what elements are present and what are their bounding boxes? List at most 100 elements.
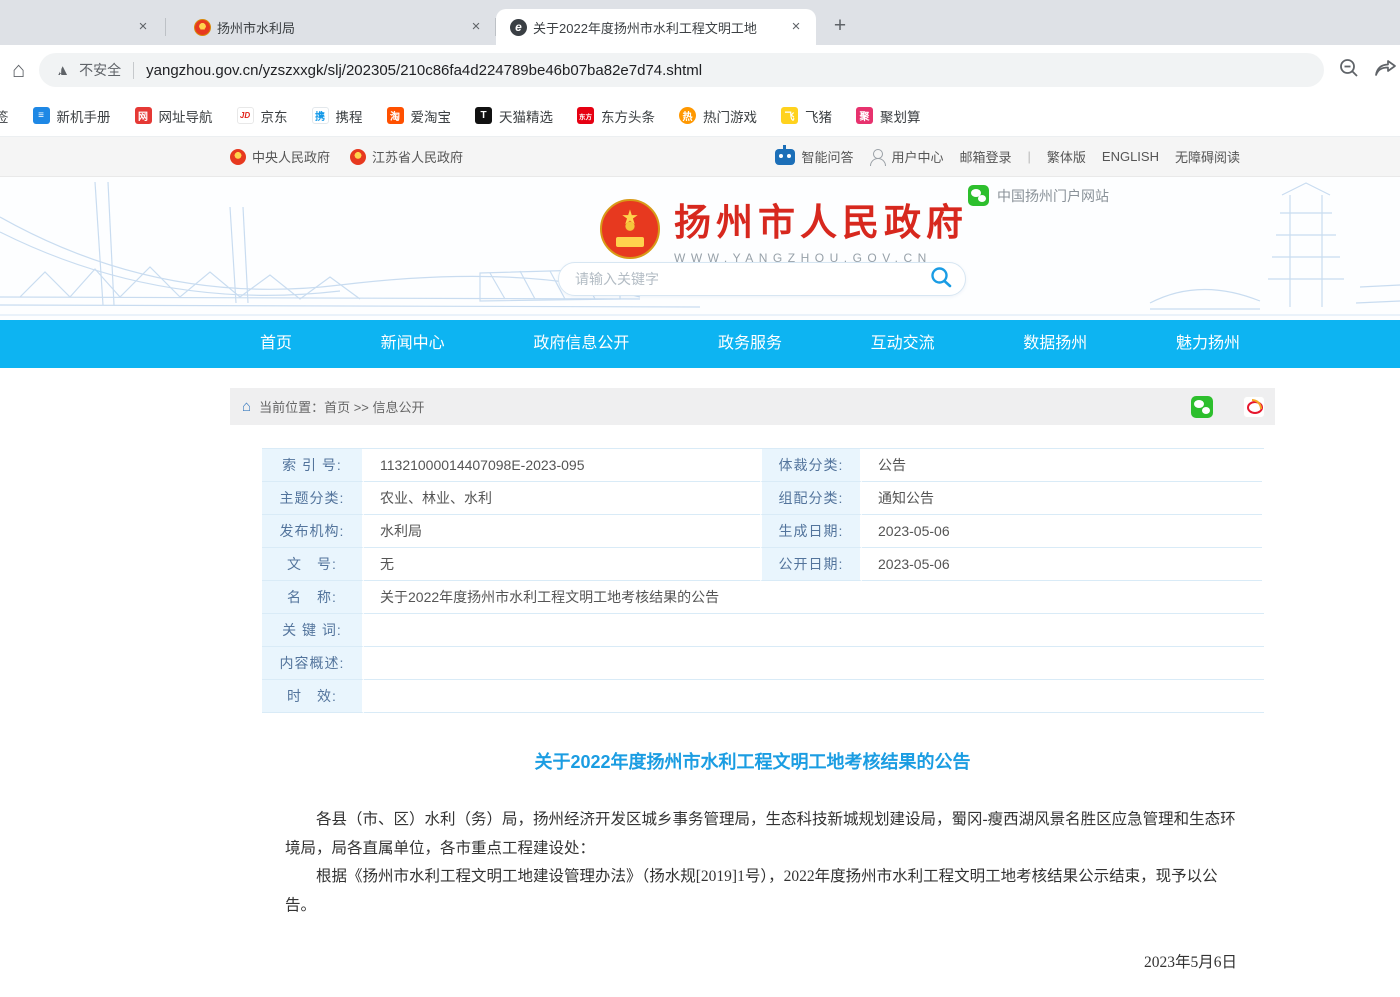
wechat-icon: [968, 185, 989, 206]
meta-value: 公告: [862, 449, 1262, 482]
gov-topbar: 中央人民政府 江苏省人民政府 智能问答 用户中心 邮箱登录 | 繁体版 ENGL…: [0, 137, 1400, 177]
new-tab-button[interactable]: +: [826, 13, 854, 41]
meta-label: 生成日期:: [760, 515, 862, 548]
browser-window: × 扬州市水利局 × 关于2022年度扬州市水利工程文明工地 × + ⌂ ▲! …: [0, 0, 1400, 997]
ctrip-bookmark-icon: 携: [312, 107, 329, 124]
nav-news[interactable]: 新闻中心: [381, 320, 445, 368]
meta-label: 体裁分类:: [760, 449, 862, 482]
site-search: [558, 262, 966, 296]
bookmark-item[interactable]: 东方东方头条: [577, 106, 655, 126]
meta-label: 关 键 词:: [262, 614, 364, 647]
table-row: 名 称: 关于2022年度扬州市水利工程文明工地考核结果的公告: [262, 581, 1264, 614]
close-icon[interactable]: ×: [466, 17, 486, 37]
wechat-share-icon[interactable]: [1191, 396, 1213, 418]
article-body: 各县（市、区）水利（务）局，扬州经济开发区城乡事务管理局，生态科技新城规划建设局…: [230, 806, 1275, 997]
bookmark-item[interactable]: 热热门游戏: [679, 106, 757, 126]
warning-icon[interactable]: ▲!: [55, 62, 73, 79]
smart-qa-link[interactable]: 智能问答: [775, 147, 853, 166]
meta-value: 2023-05-06: [862, 548, 1262, 581]
bookmarks-bar: 机书签 ≡新机手册 网网址导航 JD京东 携携程 淘爱淘宝 T天猫精选 东方东方…: [0, 95, 1400, 137]
manual-bookmark-icon: ≡: [33, 107, 50, 124]
meta-label: 内容概述:: [262, 647, 364, 680]
meta-label: 名 称:: [262, 581, 364, 614]
tab-strip: × 扬州市水利局 × 关于2022年度扬州市水利工程文明工地 × +: [0, 0, 1400, 45]
table-row: 主题分类: 农业、林业、水利 组配分类: 通知公告: [262, 482, 1264, 515]
zoom-out-icon[interactable]: [1338, 57, 1360, 84]
meta-label: 组配分类:: [760, 482, 862, 515]
home-icon[interactable]: ⌂: [242, 398, 251, 415]
close-icon[interactable]: ×: [133, 17, 153, 37]
toutiao-bookmark-icon: 东方: [577, 107, 594, 124]
traditional-chinese-link[interactable]: 繁体版: [1047, 147, 1086, 166]
nav-interaction[interactable]: 互动交流: [871, 320, 935, 368]
jiangsu-gov-link[interactable]: 江苏省人民政府: [350, 147, 463, 166]
meta-value: 2023-05-06: [862, 515, 1262, 548]
url-text[interactable]: yangzhou.gov.cn/yzszxxgk/slj/202305/210c…: [146, 62, 702, 79]
nav-info-disclosure[interactable]: 政府信息公开: [533, 320, 629, 368]
accessibility-link[interactable]: 无障碍阅读: [1175, 147, 1240, 166]
tab-divider: [165, 18, 166, 36]
tab-title: 关于2022年度扬州市水利工程文明工地: [533, 18, 780, 37]
main-content: ⌂ 当前位置： 首页 >> 信息公开 索 引 号: 11321000014407…: [230, 388, 1275, 997]
central-gov-link[interactable]: 中央人民政府: [230, 147, 330, 166]
meta-value: 通知公告: [862, 482, 1262, 515]
bookmark-item[interactable]: 飞飞猪: [781, 106, 832, 126]
user-center-link[interactable]: 用户中心: [869, 147, 943, 166]
browser-logo-icon: [510, 19, 527, 36]
site-banner: 扬州市人民政府 WWW.YANGZHOU.GOV.CN 中国扬州门户网站: [0, 177, 1400, 320]
search-icon[interactable]: [929, 265, 953, 294]
robot-icon: [775, 149, 795, 165]
home-icon[interactable]: ⌂: [12, 57, 25, 83]
meta-value: 11321000014407098E-2023-095: [364, 449, 760, 482]
bookmark-label: 机书签: [0, 106, 9, 126]
browser-toolbar: ⌂ ▲! 不安全 yangzhou.gov.cn/yzszxxgk/slj/20…: [0, 45, 1400, 95]
gov-link-label: 江苏省人民政府: [372, 147, 463, 166]
bookmark-item[interactable]: T天猫精选: [475, 106, 553, 126]
article-paragraph: 根据《扬州市水利工程文明工地建设管理办法》（扬水规[2019]1号），2022年…: [285, 863, 1237, 920]
bookmark-item[interactable]: 携携程: [312, 106, 363, 126]
table-row: 发布机构: 水利局 生成日期: 2023-05-06: [262, 515, 1264, 548]
gov-link-label: 中央人民政府: [252, 147, 330, 166]
bookmark-item[interactable]: 网网址导航: [135, 106, 213, 126]
meta-value: 农业、林业、水利: [364, 482, 760, 515]
close-icon[interactable]: ×: [786, 17, 806, 37]
portal-link[interactable]: 中国扬州门户网站: [968, 185, 1109, 206]
article-paragraph: 各县（市、区）水利（务）局，扬州经济开发区城乡事务管理局，生态科技新城规划建设局…: [285, 806, 1237, 863]
separator: |: [1028, 149, 1031, 164]
bookmark-item[interactable]: ≡新机手册: [33, 106, 111, 126]
bookmark-label: 京东: [261, 106, 288, 126]
tab-shuiliju[interactable]: 扬州市水利局 ×: [180, 9, 496, 45]
meta-label: 公开日期:: [760, 548, 862, 581]
site-logo[interactable]: 扬州市人民政府 WWW.YANGZHOU.GOV.CN: [600, 192, 968, 265]
english-link[interactable]: ENGLISH: [1102, 149, 1159, 164]
bookmark-item[interactable]: 机书签: [0, 106, 9, 126]
mail-login-link[interactable]: 邮箱登录: [959, 147, 1011, 166]
gov-emblem-icon: [194, 19, 211, 36]
nav-charm[interactable]: 魅力扬州: [1176, 320, 1240, 368]
bookmark-item[interactable]: 淘爱淘宝: [387, 106, 452, 126]
tab-active-announcement[interactable]: 关于2022年度扬州市水利工程文明工地 ×: [496, 9, 816, 45]
bookmark-label: 飞猪: [805, 106, 832, 126]
bookmark-label: 东方头条: [601, 106, 655, 126]
bookmark-label: 网址导航: [159, 106, 213, 126]
bookmark-item[interactable]: JD京东: [237, 106, 288, 126]
meta-label: 时 效:: [262, 680, 364, 713]
meta-value: 无: [364, 548, 760, 581]
search-input[interactable]: [575, 271, 929, 287]
tab-partial[interactable]: ×: [0, 9, 180, 45]
weibo-share-icon[interactable]: [1243, 396, 1265, 418]
tab-title: 扬州市水利局: [217, 18, 460, 37]
nav-data[interactable]: 数据扬州: [1023, 320, 1087, 368]
share-icon[interactable]: [1374, 57, 1398, 84]
nav-services[interactable]: 政务服务: [718, 320, 782, 368]
nav-home[interactable]: 首页: [260, 320, 292, 368]
juhuasuan-bookmark-icon: 聚: [856, 107, 873, 124]
breadcrumb-prefix: 当前位置：: [259, 397, 324, 416]
breadcrumb-path[interactable]: 首页 >> 信息公开: [324, 397, 424, 416]
address-bar[interactable]: ▲! 不安全 yangzhou.gov.cn/yzszxxgk/slj/2023…: [39, 53, 1324, 87]
meta-label: 发布机构:: [262, 515, 364, 548]
document-meta-table: 索 引 号: 11321000014407098E-2023-095 体裁分类:…: [262, 448, 1264, 713]
gov-emblem-icon: [350, 149, 366, 165]
bookmark-item[interactable]: 聚聚划算: [856, 106, 921, 126]
gov-link-label: 智能问答: [801, 147, 853, 166]
